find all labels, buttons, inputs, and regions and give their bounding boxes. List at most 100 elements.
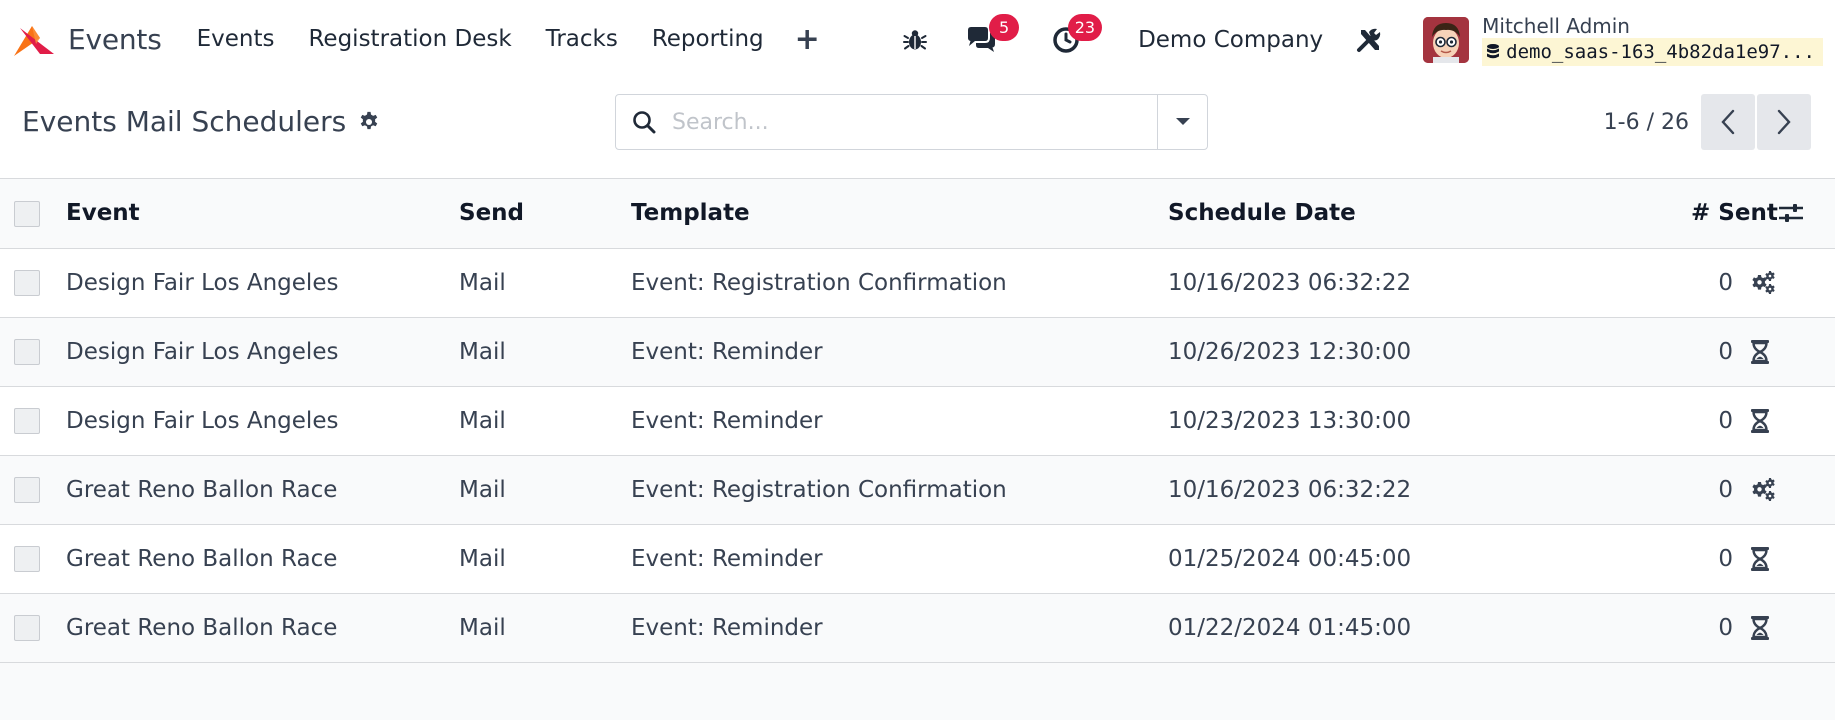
page-title: Events Mail Schedulers — [22, 105, 347, 138]
caret-down-icon — [1175, 117, 1191, 127]
column-header-send[interactable]: Send — [459, 179, 631, 249]
table-row[interactable]: Great Reno Ballon Race Mail Event: Reminde… — [0, 593, 1835, 662]
cell-state — [1747, 386, 1835, 455]
row-select-cell — [0, 248, 66, 317]
top-menu: Events Registration Desk Tracks Reportin… — [180, 0, 834, 79]
database-icon — [1486, 43, 1500, 61]
search-input[interactable] — [672, 96, 1157, 148]
row-checkbox[interactable] — [14, 476, 40, 503]
table-row[interactable]: Great Reno Ballon Race Mail Event: Reminde… — [0, 524, 1835, 593]
menu-events[interactable]: Events — [180, 0, 292, 79]
cell-schedule-date: 10/16/2023 06:32:22 — [1168, 269, 1412, 296]
row-checkbox[interactable] — [14, 545, 40, 572]
cell-sent: 0 — [1718, 407, 1733, 434]
search-options-toggle[interactable] — [1157, 95, 1207, 149]
cell-state — [1747, 317, 1835, 386]
control-panel: Events Mail Schedulers 1-6 / 26 — [0, 79, 1835, 179]
database-name: demo_saas-163_4b82da1e97... — [1506, 40, 1815, 63]
cell-event: Great Reno Ballon Race — [66, 476, 338, 503]
row-checkbox[interactable] — [14, 269, 40, 296]
activities-count-badge: 23 — [1067, 13, 1103, 41]
select-all-cell — [0, 179, 66, 249]
company-switcher[interactable]: Demo Company — [1138, 27, 1323, 53]
cell-template: Event: Reminder — [631, 545, 823, 572]
gear-icon[interactable] — [358, 111, 380, 133]
pager-previous-button[interactable] — [1701, 94, 1755, 150]
cell-schedule-date: 10/26/2023 12:30:00 — [1168, 338, 1412, 365]
search-icon — [616, 110, 672, 134]
cell-sent: 0 — [1718, 614, 1733, 641]
cell-schedule-date: 10/23/2023 13:30:00 — [1168, 407, 1412, 434]
row-checkbox[interactable] — [14, 614, 40, 641]
cell-send: Mail — [459, 476, 506, 503]
cell-template: Event: Reminder — [631, 338, 823, 365]
events-logo-icon — [10, 20, 58, 60]
row-checkbox[interactable] — [14, 407, 40, 434]
cell-sent: 0 — [1718, 269, 1733, 296]
schedulers-list: Event Send Template Schedule Date # Sent… — [0, 179, 1835, 663]
activities-clock-icon[interactable]: 23 — [1052, 13, 1103, 54]
cell-state — [1747, 524, 1835, 593]
chevron-left-icon — [1721, 109, 1735, 135]
database-chip: demo_saas-163_4b82da1e97... — [1482, 37, 1823, 66]
menu-plus-button[interactable]: + — [781, 0, 834, 79]
user-menu[interactable]: Mitchell Admin demo_saas-163_4b82da1e97.… — [1423, 14, 1823, 66]
pager-value[interactable]: 1-6 / 26 — [1604, 110, 1689, 135]
cell-template: Event: Reminder — [631, 407, 823, 434]
cell-send: Mail — [459, 338, 506, 365]
navbar-systray: 5 23 Demo Company Mitchell Admin demo_sa… — [903, 0, 1835, 79]
user-name: Mitchell Admin — [1482, 13, 1630, 38]
messages-chat-icon[interactable]: 5 — [965, 13, 1020, 54]
cell-sent: 0 — [1718, 545, 1733, 572]
column-header-sent[interactable]: # Sent — [1691, 179, 1778, 249]
menu-tracks[interactable]: Tracks — [529, 0, 635, 79]
debug-bug-icon[interactable] — [903, 28, 928, 52]
row-select-cell — [0, 455, 66, 524]
search-bar — [615, 94, 1208, 150]
cell-template: Event: Registration Confirmation — [631, 476, 1007, 503]
tools-wrench-icon[interactable] — [1355, 26, 1383, 54]
hourglass-icon — [1749, 615, 1835, 641]
cell-event: Design Fair Los Angeles — [66, 407, 339, 434]
cell-template: Event: Reminder — [631, 614, 823, 641]
cell-state — [1747, 248, 1835, 317]
user-avatar — [1423, 16, 1470, 63]
cell-event: Design Fair Los Angeles — [66, 338, 339, 365]
row-checkbox[interactable] — [14, 338, 40, 365]
column-header-template[interactable]: Template — [631, 179, 1168, 249]
menu-registration-desk[interactable]: Registration Desk — [291, 0, 528, 79]
main-navbar: Events Events Registration Desk Tracks R… — [0, 0, 1835, 79]
pager: 1-6 / 26 — [1604, 94, 1835, 150]
cell-event: Great Reno Ballon Race — [66, 545, 338, 572]
breadcrumb: Events Mail Schedulers — [22, 105, 380, 138]
app-brand[interactable]: Events — [0, 0, 180, 79]
chevron-right-icon — [1777, 109, 1791, 135]
pager-next-button[interactable] — [1757, 94, 1811, 150]
table-row[interactable]: Design Fair Los Angeles Mail Event: Remind… — [0, 386, 1835, 455]
menu-reporting[interactable]: Reporting — [635, 0, 781, 79]
cell-schedule-date: 10/16/2023 06:32:22 — [1168, 476, 1412, 503]
cell-template: Event: Registration Confirmation — [631, 269, 1007, 296]
cell-send: Mail — [459, 407, 506, 434]
cell-sent: 0 — [1718, 338, 1733, 365]
table-row[interactable]: Design Fair Los Angeles Mail Event: Remind… — [0, 317, 1835, 386]
hourglass-icon — [1749, 408, 1835, 434]
cell-event: Great Reno Ballon Race — [66, 614, 338, 641]
cell-state — [1747, 593, 1835, 662]
cell-sent: 0 — [1718, 476, 1733, 503]
column-header-schedule-date[interactable]: Schedule Date — [1168, 179, 1691, 249]
column-header-event[interactable]: Event — [66, 179, 459, 249]
cell-schedule-date: 01/25/2024 00:45:00 — [1168, 545, 1412, 572]
table-row[interactable]: Great Reno Ballon Race Mail Event: Registr… — [0, 455, 1835, 524]
gears-icon — [1749, 477, 1835, 503]
row-select-cell — [0, 524, 66, 593]
cell-send: Mail — [459, 545, 506, 572]
table-row[interactable]: Design Fair Los Angeles Mail Event: Regist… — [0, 248, 1835, 317]
hourglass-icon — [1749, 339, 1835, 365]
table-header-row: Event Send Template Schedule Date # Sent — [0, 179, 1835, 249]
gears-icon — [1749, 270, 1835, 296]
select-all-checkbox[interactable] — [14, 200, 40, 227]
table-body: Design Fair Los Angeles Mail Event: Regist… — [0, 248, 1835, 662]
app-name: Events — [68, 23, 162, 56]
row-select-cell — [0, 593, 66, 662]
